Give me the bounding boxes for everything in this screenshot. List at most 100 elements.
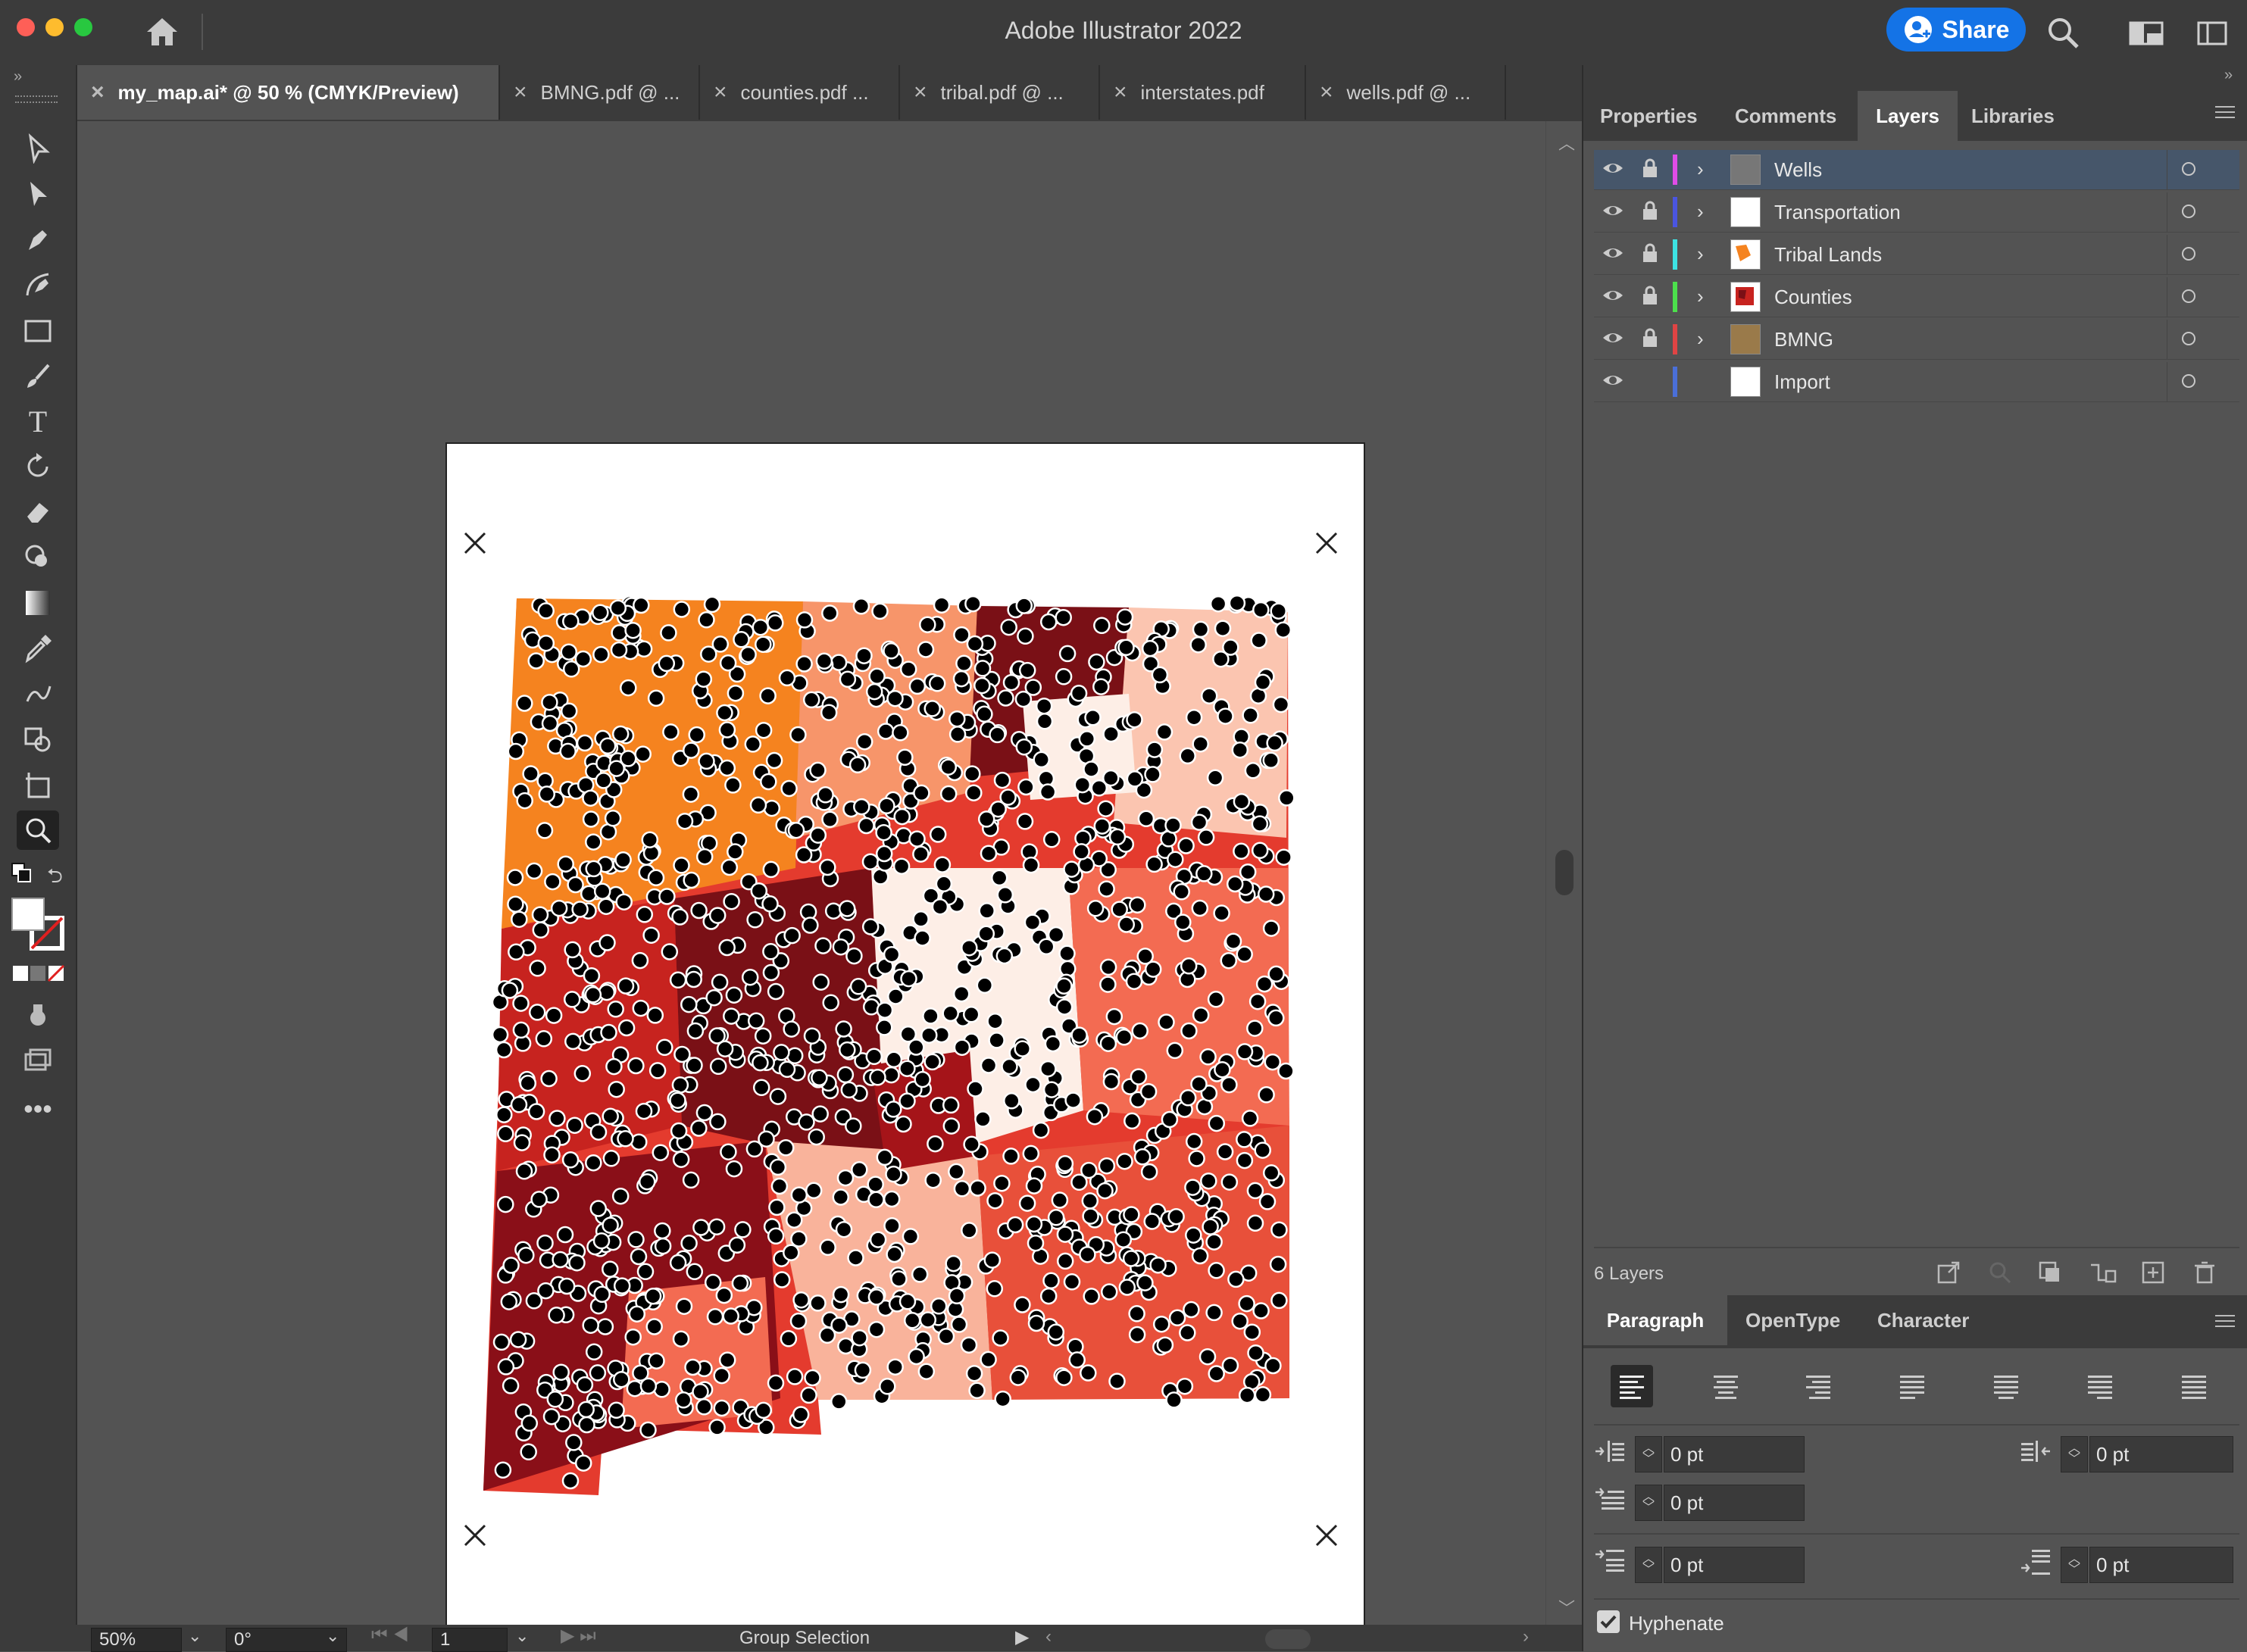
screen-mode-icon[interactable] [17,1041,59,1080]
eye-icon[interactable] [1602,201,1624,225]
eye-icon[interactable] [1602,329,1624,352]
tab-interstates[interactable]: × interstates.pdf [1100,65,1306,120]
share-button[interactable]: Share [1886,8,2026,52]
blend-tool-icon[interactable] [17,674,59,714]
close-icon[interactable]: × [91,80,105,105]
tab-bmng[interactable]: × BMNG.pdf @ ... [500,65,700,120]
target-icon[interactable] [2182,162,2195,176]
first-line-indent-stepper[interactable]: ︿ ﹀ [1635,1485,1662,1521]
chevron-right-icon[interactable]: › [1697,158,1704,181]
space-after-stepper[interactable]: ︿ ﹀ [2061,1547,2088,1583]
space-before-stepper[interactable]: ︿ ﹀ [1635,1547,1662,1583]
layer-name[interactable]: Counties [1774,277,1852,317]
tab-wells[interactable]: × wells.pdf @ ... [1306,65,1506,120]
vertical-scrollbar[interactable]: ︿ ﹀ [1545,121,1583,1625]
layer-name[interactable]: Wells [1774,150,1822,189]
scroll-down-icon[interactable]: ﹀ [1558,1595,1575,1619]
canvas[interactable] [77,121,1539,1632]
color-mode-icons[interactable] [12,964,65,982]
type-tool-icon[interactable]: T [17,401,59,441]
artboard[interactable] [447,444,1364,1632]
target-icon[interactable] [2182,332,2195,345]
tab-paragraph[interactable]: Paragraph [1583,1295,1727,1345]
justify-left-button[interactable] [1891,1365,1933,1411]
align-left-button[interactable] [1611,1365,1653,1407]
layer-row-transportation[interactable]: › Transportation [1594,192,2239,233]
gradient-tool-icon[interactable] [17,583,59,623]
rectangle-tool-icon[interactable] [17,311,59,350]
tab-my-map[interactable]: × my_map.ai* @ 50 % (CMYK/Preview) [77,65,500,120]
align-right-button[interactable] [1797,1365,1839,1411]
tab-libraries[interactable]: Libraries [1971,91,2055,141]
scroll-left-icon[interactable]: ‹ [1045,1626,1052,1647]
close-icon[interactable]: × [1114,80,1127,105]
layer-name[interactable]: Import [1774,362,1830,401]
layer-row-bmng[interactable]: › BMNG [1594,320,2239,360]
panel-menu-icon[interactable] [2215,1313,2235,1329]
paintbrush-tool-icon[interactable] [17,356,59,395]
align-center-button[interactable] [1705,1365,1747,1411]
left-indent-input[interactable]: 0 pt [1664,1436,1805,1472]
panel-menu-icon[interactable] [2215,105,2235,120]
eye-icon[interactable] [1602,371,1624,395]
chevron-right-icon[interactable]: › [1697,285,1704,308]
close-icon[interactable]: × [1320,80,1333,105]
workspace-icon[interactable] [2129,21,2164,45]
direct-selection-tool-icon[interactable] [17,174,59,214]
symbol-sprayer-tool-icon[interactable] [17,720,59,759]
horizontal-scroll-thumb[interactable] [1265,1629,1311,1649]
rotate-tool-icon[interactable] [17,447,59,486]
layer-name[interactable]: BMNG [1774,320,1833,359]
target-icon[interactable] [2182,247,2195,261]
eye-icon[interactable] [1602,159,1624,183]
swap-colors-icon[interactable]: ⮌ [47,862,68,887]
tab-layers[interactable]: Layers [1858,91,1958,141]
collapse-panel-icon[interactable]: » [2224,67,2233,84]
close-icon[interactable]: × [914,80,927,105]
eye-icon[interactable] [1602,244,1624,267]
left-indent-stepper[interactable]: ︿ ﹀ [1635,1436,1662,1472]
eraser-tool-icon[interactable] [17,492,59,532]
layer-row-counties[interactable]: › Counties [1594,277,2239,317]
close-icon[interactable]: × [514,80,527,105]
fill-stroke-swatch[interactable] [9,895,67,953]
panel-icon[interactable] [2197,21,2227,45]
pen-tool-icon[interactable] [17,220,59,259]
lock-icon[interactable] [1641,200,1659,226]
chevron-right-icon[interactable]: › [1697,327,1704,351]
chevron-down-icon[interactable]: ⌄ [188,1626,202,1646]
first-line-indent-input[interactable]: 0 pt [1664,1485,1805,1521]
tab-character[interactable]: Character [1877,1295,1969,1345]
default-colors-icon[interactable] [11,862,32,883]
tab-tribal[interactable]: × tribal.pdf @ ... [900,65,1100,120]
target-icon[interactable] [2182,374,2195,388]
clipping-mask-icon[interactable] [2038,1260,2062,1290]
first-artboard-icon[interactable]: ⏮ ◀ [371,1625,409,1646]
layer-row-wells[interactable]: › Wells [1594,150,2239,190]
chevron-down-icon[interactable]: ⌄ [515,1626,529,1646]
chevron-right-icon[interactable]: › [1697,200,1704,223]
zoom-field[interactable]: 50% [91,1628,182,1652]
close-icon[interactable]: × [714,80,727,105]
lock-icon[interactable] [1641,158,1659,184]
space-after-input[interactable]: 0 pt [2089,1547,2233,1583]
collect-for-export-icon[interactable] [1936,1260,1961,1290]
curvature-tool-icon[interactable] [17,265,59,304]
selection-tool-icon[interactable] [17,129,59,168]
draw-mode-icon[interactable] [17,995,59,1035]
layer-name[interactable]: Transportation [1774,192,1901,232]
tab-opentype[interactable]: OpenType [1745,1295,1840,1345]
new-layer-icon[interactable] [2141,1260,2165,1290]
space-before-input[interactable]: 0 pt [1664,1547,1805,1583]
new-sublayer-icon[interactable] [2089,1260,2117,1290]
search-icon[interactable] [2045,15,2080,50]
grip-handle[interactable] [15,95,58,103]
scroll-thumb[interactable] [1555,850,1574,895]
tab-properties[interactable]: Properties [1600,91,1698,141]
lock-icon[interactable] [1641,285,1659,311]
layer-name[interactable]: Tribal Lands [1774,235,1882,274]
collapse-icon[interactable]: » [14,68,22,86]
locate-object-icon[interactable] [1988,1260,2012,1290]
justify-all-button[interactable] [2173,1365,2215,1411]
scroll-right-icon[interactable]: › [1523,1626,1529,1647]
